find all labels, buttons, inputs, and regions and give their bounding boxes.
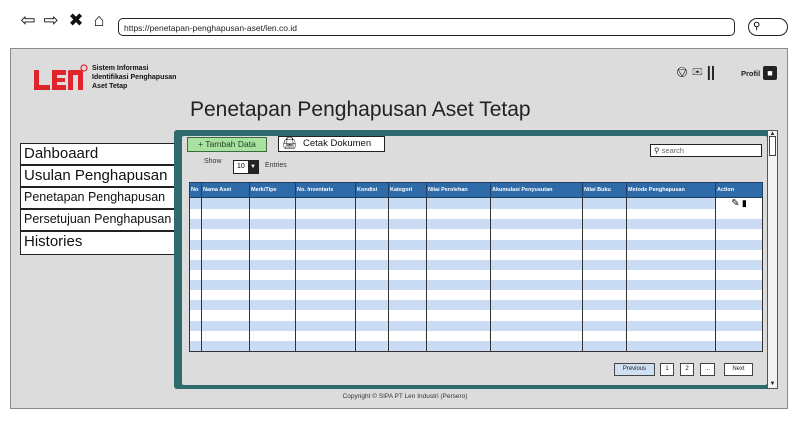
back-arrow-icon[interactable]: ⇦ — [18, 9, 38, 31]
delete-icon[interactable]: ▮ — [742, 198, 747, 208]
table-row — [189, 300, 763, 311]
search-placeholder: search — [661, 146, 685, 155]
app-name-line3: Aset Tetap — [92, 83, 128, 90]
sidebar-item-dashboard[interactable]: Dahboaard — [20, 143, 175, 165]
add-data-button[interactable]: + Tambah Data — [187, 137, 267, 152]
column-header[interactable]: No — [189, 182, 202, 198]
profile-avatar-icon[interactable]: ■ — [763, 66, 777, 80]
home-icon[interactable]: ⌂ — [89, 9, 109, 31]
profile-label[interactable]: Profil — [741, 67, 760, 81]
edit-icon[interactable]: ✎ — [731, 198, 739, 209]
table-row — [189, 320, 763, 331]
column-header[interactable]: Nilai Perolehan — [426, 182, 491, 198]
pagination-ellipsis: ... — [700, 363, 715, 376]
asset-table: No Nama Aset Merk/Tipe No. Inventaris Ko… — [189, 182, 763, 352]
column-header[interactable]: Metode Penghapusan — [626, 182, 716, 198]
chevron-down-icon: ▼ — [248, 161, 258, 173]
table-row — [189, 209, 763, 220]
scroll-down-icon[interactable]: ▼ — [768, 380, 777, 388]
table-search-input[interactable]: ⚲ search — [650, 144, 762, 157]
table-header-row: No Nama Aset Merk/Tipe No. Inventaris Ko… — [189, 182, 763, 198]
column-header[interactable]: No. Inventaris — [295, 182, 356, 198]
print-document-button[interactable]: 🖨 Cetak Dokumen — [278, 136, 385, 152]
sidebar-item-usulan[interactable]: Usulan Penghapusan — [20, 165, 175, 187]
entries-select[interactable]: 10 ▼ — [233, 160, 259, 174]
url-bar[interactable]: https://penetapan-penghapusan-aset/len.c… — [118, 18, 735, 36]
table-row — [189, 259, 763, 270]
sidebar-item-histories[interactable]: Histories — [20, 231, 175, 255]
column-header[interactable]: Kategori — [388, 182, 427, 198]
forward-arrow-icon[interactable]: ⇨ — [41, 9, 61, 31]
entries-select-value: 10 — [237, 163, 245, 170]
column-header[interactable]: Action — [715, 182, 763, 198]
pagination-page-2-button[interactable]: 2 — [680, 363, 694, 376]
table-row — [189, 340, 763, 352]
app-name-line1: Sistem Informasi — [92, 65, 149, 72]
table-row: ✎ ▮ — [189, 197, 763, 210]
pagination-previous-button[interactable]: Previous — [614, 363, 655, 376]
divider-icon: || — [706, 64, 716, 81]
scrollbar-thumb[interactable] — [769, 136, 776, 156]
column-header[interactable]: Akumulasi Penyusutan — [490, 182, 583, 198]
bell-icon[interactable]: ⎊ — [676, 64, 688, 81]
table-row — [189, 280, 763, 291]
show-label: Show — [204, 158, 222, 165]
column-header[interactable]: Nama Aset — [201, 182, 250, 198]
column-header[interactable]: Merk/Tipe — [249, 182, 296, 198]
table-row — [189, 290, 763, 301]
app-name: Sistem Informasi Identifikasi Penghapusa… — [92, 64, 212, 91]
pagination-page-1-button[interactable]: 1 — [660, 363, 674, 376]
entries-label: Entries — [265, 162, 287, 169]
table-row — [189, 229, 763, 240]
scrollbar[interactable] — [767, 130, 778, 389]
column-header[interactable]: Nilai Buku — [582, 182, 627, 198]
search-icon: ⚲ — [654, 146, 660, 155]
table-row — [189, 239, 763, 250]
table-row — [189, 330, 763, 341]
printer-icon: 🖨 — [282, 136, 298, 150]
page-title: Penetapan Penghapusan Aset Tetap — [190, 98, 531, 121]
app-name-line2: Identifikasi Penghapusan — [92, 74, 177, 81]
footer-copyright: Copyright © SIPA PT Len Industri (Perser… — [342, 393, 468, 400]
search-icon: ⚲ — [753, 21, 761, 32]
table-row — [189, 249, 763, 260]
print-document-label: Cetak Dokumen — [303, 138, 372, 149]
header-icons: ⎊ ✉ || — [676, 64, 715, 82]
column-header[interactable]: Kondisi — [355, 182, 389, 198]
table-row — [189, 269, 763, 281]
sidebar-item-penetapan[interactable]: Penetapan Penghapusan — [20, 187, 175, 209]
pagination-next-button[interactable]: Next — [724, 363, 753, 376]
table-row — [189, 219, 763, 230]
len-logo — [30, 64, 88, 94]
table-row — [189, 310, 763, 321]
sidebar-item-persetujuan[interactable]: Persetujuan Penghapusan — [20, 209, 175, 231]
close-icon[interactable]: ✖ — [66, 9, 86, 31]
browser-search-field[interactable]: ⚲ — [748, 18, 788, 36]
mail-icon[interactable]: ✉ — [692, 64, 702, 81]
